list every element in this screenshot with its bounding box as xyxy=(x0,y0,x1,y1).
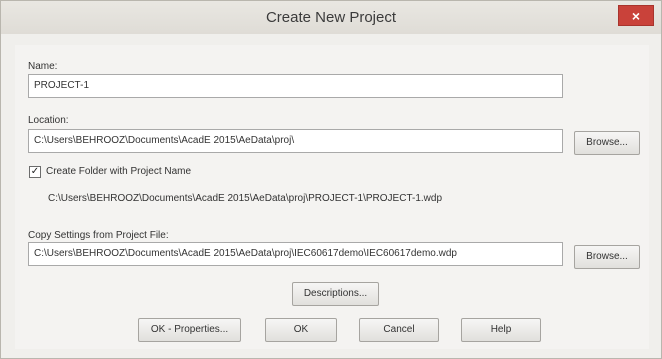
ok-properties-button[interactable]: OK - Properties... xyxy=(138,318,241,342)
copy-settings-field[interactable]: C:\Users\BEHROOZ\Documents\AcadE 2015\Ae… xyxy=(28,242,563,266)
cancel-button[interactable]: Cancel xyxy=(359,318,439,342)
close-button[interactable]: × xyxy=(618,5,654,26)
project-file-path: C:\Users\BEHROOZ\Documents\AcadE 2015\Ae… xyxy=(48,193,443,204)
close-icon: × xyxy=(631,8,641,24)
create-folder-checkbox[interactable]: ✓ xyxy=(29,166,41,178)
copy-settings-label: Copy Settings from Project File: xyxy=(28,230,169,241)
name-field[interactable]: PROJECT-1 xyxy=(28,74,563,98)
location-field[interactable]: C:\Users\BEHROOZ\Documents\AcadE 2015\Ae… xyxy=(28,129,563,153)
copy-settings-browse-button[interactable]: Browse... xyxy=(574,245,640,269)
help-button[interactable]: Help xyxy=(461,318,541,342)
title-bar: Create New Project × xyxy=(1,1,661,34)
create-folder-label[interactable]: Create Folder with Project Name xyxy=(46,166,191,177)
checkmark-icon: ✓ xyxy=(30,166,40,177)
ok-button[interactable]: OK xyxy=(265,318,337,342)
location-label: Location: xyxy=(28,115,69,126)
dialog-title: Create New Project xyxy=(265,9,397,26)
location-browse-button[interactable]: Browse... xyxy=(574,131,640,155)
name-label: Name: xyxy=(28,61,58,72)
create-new-project-dialog: Create New Project × Name: PROJECT-1 Loc… xyxy=(0,0,662,359)
descriptions-button[interactable]: Descriptions... xyxy=(292,282,379,306)
